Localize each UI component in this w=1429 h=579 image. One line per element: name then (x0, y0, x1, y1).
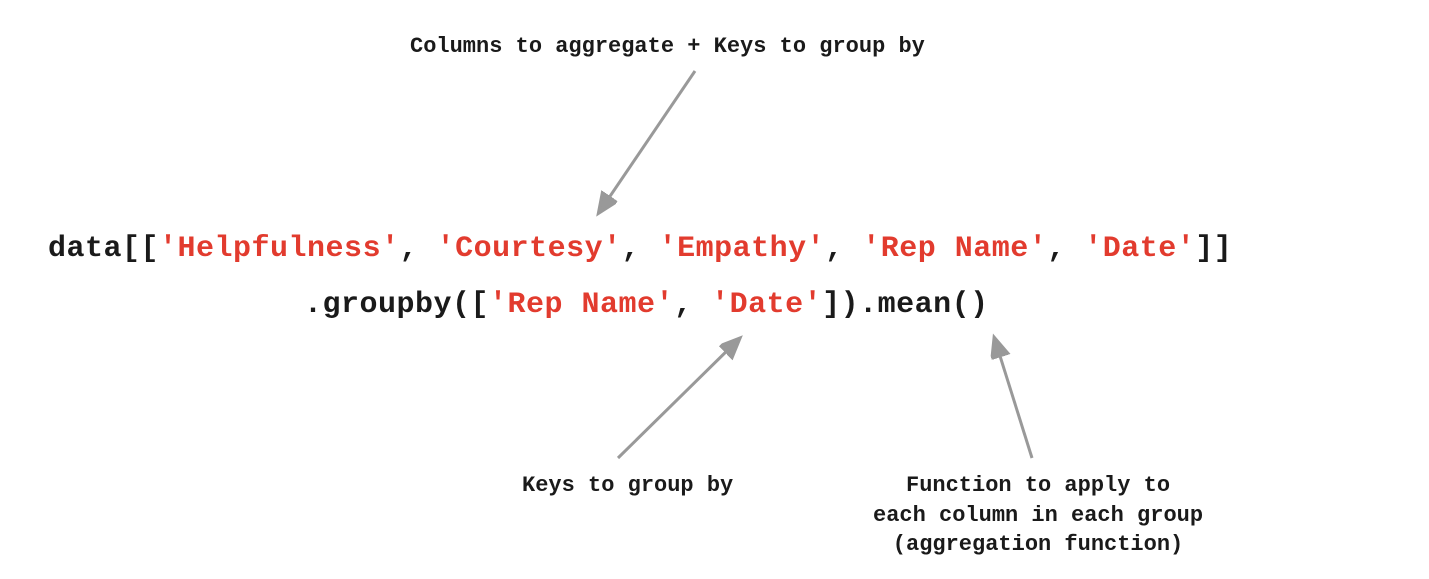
annotation-keys-groupby: Keys to group by (522, 471, 733, 501)
annotation-aggregation-function: Function to apply to each column in each… (873, 471, 1203, 560)
arrow-bottom-right-icon (970, 330, 1070, 470)
code-line-1: data[['Helpfulness', 'Courtesy', 'Empath… (48, 232, 1232, 266)
arrow-top-icon (580, 63, 720, 223)
code-line-2: .groupby(['Rep Name', 'Date']).mean() (304, 288, 989, 322)
annotation-columns-aggregate: Columns to aggregate + Keys to group by (410, 32, 925, 62)
arrow-bottom-left-icon (590, 330, 770, 470)
